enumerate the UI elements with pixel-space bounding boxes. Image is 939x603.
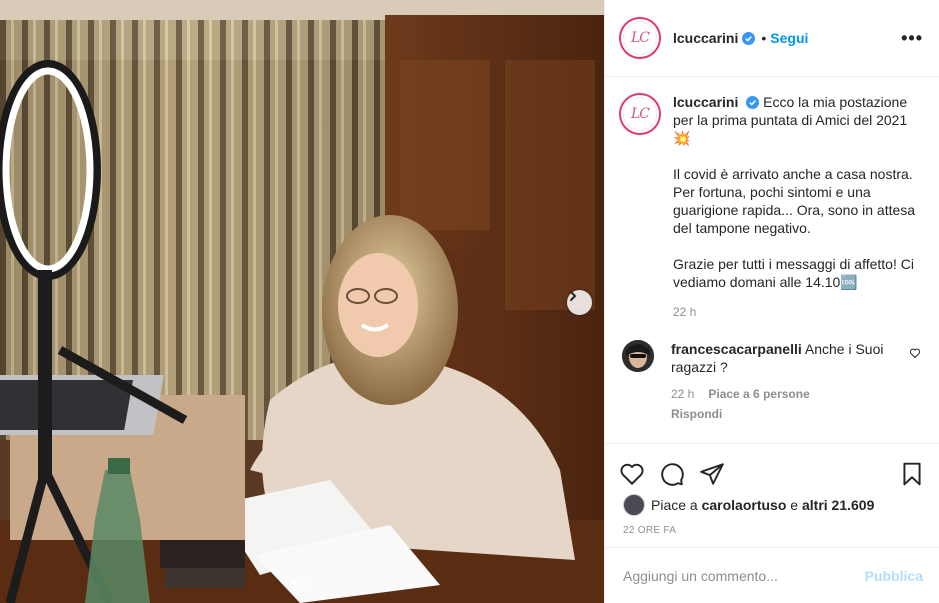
carousel-dot-active xyxy=(292,580,298,586)
commenter-avatar[interactable] xyxy=(622,340,654,372)
comment-reply-row: Rispondi xyxy=(671,405,885,423)
chevron-right-icon xyxy=(570,291,577,301)
comments-section: LC lcuccarini Ecco la mia postazione per… xyxy=(605,77,939,443)
post-header: LC lcuccarini • Segui ••• xyxy=(605,0,939,77)
comment-input[interactable] xyxy=(623,567,865,584)
photo-illustration xyxy=(0,0,604,603)
post-sidebar: LC lcuccarini • Segui ••• LC lcuccarini xyxy=(604,0,939,603)
next-photo-button[interactable] xyxy=(567,290,592,315)
add-comment-bar: Pubblica xyxy=(605,547,939,603)
avatar-logo: LC xyxy=(623,97,657,131)
avatar-logo: LC xyxy=(623,21,657,55)
caption-time[interactable]: 22 h xyxy=(673,303,917,321)
publish-button[interactable]: Pubblica xyxy=(865,568,923,584)
author-username[interactable]: lcuccarini xyxy=(673,30,738,46)
like-heart-icon[interactable] xyxy=(619,461,645,487)
comment-time[interactable]: 22 h xyxy=(671,385,694,403)
caption-text: lcuccarini Ecco la mia postazione per la… xyxy=(673,93,917,321)
comment-meta: 22 h Piace a 6 persone xyxy=(671,385,885,403)
comment: francescacarpanelli Anche i Suoi ragazzi… xyxy=(619,340,923,423)
comment-likes[interactable]: Piace a 6 persone xyxy=(708,385,809,403)
verified-badge-icon xyxy=(746,96,760,109)
caption-avatar[interactable]: LC xyxy=(619,93,661,135)
likes-prefix: Piace a xyxy=(651,497,702,513)
carousel-dot xyxy=(302,580,308,586)
liker-avatar[interactable] xyxy=(623,494,645,516)
verified-badge-icon xyxy=(742,31,756,45)
bookmark-icon[interactable] xyxy=(899,461,925,487)
instagram-post: LC lcuccarini • Segui ••• LC lcuccarini xyxy=(0,0,939,603)
reply-button[interactable]: Rispondi xyxy=(671,405,722,423)
caption-paragraph-3: Grazie per tutti i messaggi di affetto! … xyxy=(673,256,914,290)
likes-middle: e xyxy=(786,497,802,513)
caption-paragraph-2: Il covid è arrivato anche a casa nostra.… xyxy=(673,166,916,236)
author-avatar[interactable]: LC xyxy=(619,17,661,59)
comment-bubble-icon[interactable] xyxy=(659,461,685,487)
share-paper-plane-icon[interactable] xyxy=(699,461,725,487)
carousel-indicator xyxy=(292,580,308,586)
comment-body: francescacarpanelli Anche i Suoi ragazzi… xyxy=(671,340,885,423)
commenter-avatar-image xyxy=(622,340,654,372)
liker-username[interactable]: carolaortuso xyxy=(702,497,787,513)
likes-others[interactable]: altri 21.609 xyxy=(802,497,874,513)
likes-summary: Piace a carolaortuso e altri 21.609 xyxy=(605,491,939,519)
more-options-icon[interactable]: ••• xyxy=(901,28,923,49)
caption-username[interactable]: lcuccarini xyxy=(673,94,738,110)
caption: LC lcuccarini Ecco la mia postazione per… xyxy=(619,93,923,321)
follow-button[interactable]: Segui xyxy=(770,30,808,46)
comment-heart-icon[interactable] xyxy=(909,347,921,359)
post-photo[interactable] xyxy=(0,0,604,603)
post-timestamp[interactable]: 22 ORE FA xyxy=(605,519,939,547)
commenter-username[interactable]: francescacarpanelli xyxy=(671,341,802,357)
header-separator: • xyxy=(761,30,767,46)
